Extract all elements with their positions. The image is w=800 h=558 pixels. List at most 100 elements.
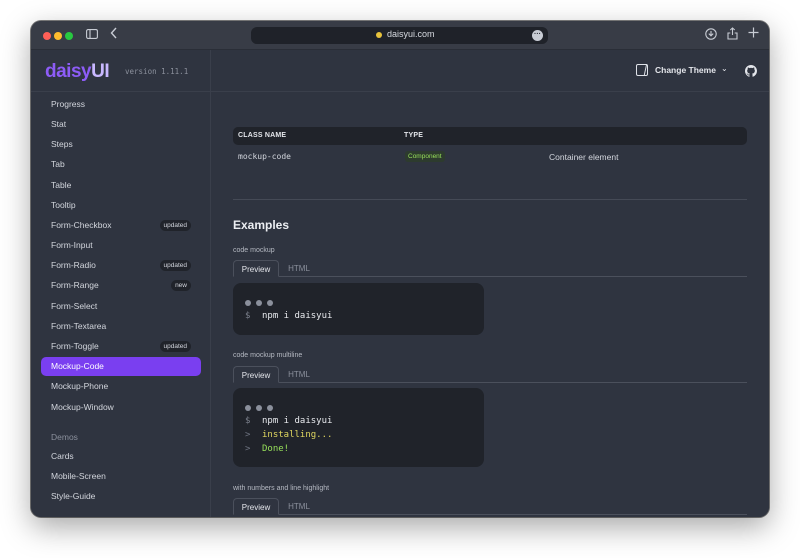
minimize-window-button[interactable] bbox=[54, 32, 62, 40]
sidebar-item-tooltip[interactable]: Tooltip bbox=[41, 196, 201, 215]
version-label: version 1.11.1 bbox=[125, 67, 189, 76]
example-tabs: Preview HTML bbox=[233, 498, 747, 515]
sidebar: daisyUI version 1.11.1 Progress Stat Ste… bbox=[31, 50, 211, 517]
top-navbar: Change Theme ⌄ bbox=[211, 50, 769, 92]
sidebar-item-label: Form-Textarea bbox=[51, 321, 107, 331]
code-prefix: > bbox=[245, 444, 251, 454]
example-tabs: Preview HTML bbox=[233, 366, 747, 383]
browser-window: daisyui.com ··· daisyUI version 1.11.1 P… bbox=[31, 21, 769, 517]
brand-logo[interactable]: daisyUI bbox=[45, 61, 110, 83]
code-line-success: > Done! bbox=[245, 444, 289, 454]
updated-badge: updated bbox=[159, 220, 191, 231]
sidebar-item-form-input[interactable]: Form-Input bbox=[41, 236, 201, 255]
tab-preview[interactable]: Preview bbox=[233, 498, 279, 515]
sidebar-item-label: Table bbox=[51, 180, 72, 190]
window-dots bbox=[245, 398, 278, 416]
sidebar-item-style-guide[interactable]: Style-Guide bbox=[41, 487, 201, 506]
sidebar-item-label: Steps bbox=[51, 139, 73, 149]
window-dots bbox=[245, 293, 278, 311]
chevron-down-icon: ⌄ bbox=[721, 64, 728, 73]
tab-html[interactable]: HTML bbox=[279, 366, 319, 383]
close-window-button[interactable] bbox=[43, 32, 51, 40]
sidebar-item-mockup-window[interactable]: Mockup-Window bbox=[41, 398, 201, 417]
sidebar-item-label: Tab bbox=[51, 159, 65, 169]
sidebar-item-table[interactable]: Table bbox=[41, 176, 201, 195]
sidebar-item-label: Form-Toggle bbox=[51, 341, 99, 351]
brand-logo-part1: daisy bbox=[45, 61, 92, 82]
demos-heading: Demos bbox=[51, 432, 78, 442]
tab-html[interactable]: HTML bbox=[279, 498, 319, 515]
examples-heading: Examples bbox=[233, 218, 290, 232]
example-label: with numbers and line highlight bbox=[233, 485, 330, 492]
code-prefix: $ bbox=[245, 416, 251, 426]
table-cell-class-name: mockup-code bbox=[238, 152, 291, 161]
sidebar-item-form-checkbox[interactable]: Form-Checkbox updated bbox=[41, 216, 201, 235]
site-icon bbox=[376, 32, 382, 38]
sidebar-item-label: Form-Radio bbox=[51, 260, 96, 270]
example-label: code mockup bbox=[233, 247, 275, 254]
column-header-type: TYPE bbox=[404, 132, 424, 139]
sidebar-item-form-select[interactable]: Form-Select bbox=[41, 297, 201, 316]
code-text: Done! bbox=[262, 444, 290, 454]
sidebar-item-form-radio[interactable]: Form-Radio updated bbox=[41, 256, 201, 275]
sidebar-item-label: Style-Guide bbox=[51, 491, 96, 501]
code-text: installing... bbox=[262, 430, 333, 440]
maximize-window-button[interactable] bbox=[65, 32, 73, 40]
sidebar-item-stat[interactable]: Stat bbox=[41, 115, 201, 134]
updated-badge: updated bbox=[159, 341, 191, 352]
tab-preview[interactable]: Preview bbox=[233, 260, 279, 277]
code-text: npm i daisyui bbox=[262, 416, 333, 426]
sidebar-item-tab[interactable]: Tab bbox=[41, 155, 201, 174]
sidebar-item-label: Cards bbox=[51, 451, 74, 461]
code-mockup: $ npm i daisyui bbox=[233, 283, 484, 335]
change-theme-label: Change Theme bbox=[655, 65, 716, 75]
more-options-icon[interactable]: ··· bbox=[532, 30, 543, 41]
sidebar-item-label: Stat bbox=[51, 119, 67, 129]
sidebar-item-mobile-screen[interactable]: Mobile-Screen bbox=[41, 467, 201, 486]
code-prefix: > bbox=[245, 430, 251, 440]
address-bar[interactable]: daisyui.com ··· bbox=[251, 27, 548, 44]
brand-logo-part2: UI bbox=[91, 61, 110, 82]
back-icon[interactable] bbox=[110, 27, 118, 42]
sidebar-toggle-icon[interactable] bbox=[86, 28, 98, 42]
sidebar-item-form-textarea[interactable]: Form-Textarea bbox=[41, 317, 201, 336]
sidebar-item-mockup-phone[interactable]: Mockup-Phone bbox=[41, 377, 201, 396]
code-line-warning: > installing... bbox=[245, 430, 332, 440]
sidebar-item-label: Form-Range bbox=[51, 280, 99, 290]
swatch-icon bbox=[636, 64, 648, 76]
sidebar-item-label: Form-Input bbox=[51, 240, 93, 250]
sidebar-item-steps[interactable]: Steps bbox=[41, 135, 201, 154]
sidebar-item-mockup-code[interactable]: Mockup-Code bbox=[41, 357, 201, 376]
new-tab-icon[interactable] bbox=[748, 27, 759, 41]
tab-html[interactable]: HTML bbox=[279, 260, 319, 277]
sidebar-item-form-range[interactable]: Form-Range new bbox=[41, 276, 201, 295]
column-header-class-name: CLASS NAME bbox=[238, 132, 287, 139]
sidebar-item-label: Progress bbox=[51, 99, 86, 109]
main-content: Change Theme ⌄ CLASS NAME TYPE mockup-co… bbox=[211, 50, 769, 517]
example-label: code mockup multiline bbox=[233, 352, 303, 359]
sidebar-item-label: Mockup-Window bbox=[51, 402, 114, 412]
sidebar-item-label: Tooltip bbox=[51, 200, 76, 210]
example-tabs: Preview HTML bbox=[233, 260, 747, 277]
code-mockup-multiline: $ npm i daisyui > installing... > Done! bbox=[233, 388, 484, 467]
sidebar-item-label: Mockup-Phone bbox=[51, 381, 109, 391]
share-icon[interactable] bbox=[727, 27, 738, 43]
download-icon[interactable] bbox=[705, 28, 717, 43]
sidebar-item-cards[interactable]: Cards bbox=[41, 447, 201, 466]
sidebar-item-label: Mobile-Screen bbox=[51, 471, 106, 481]
tab-preview[interactable]: Preview bbox=[233, 366, 279, 383]
sidebar-item-form-toggle[interactable]: Form-Toggle updated bbox=[41, 337, 201, 356]
code-line: $ npm i daisyui bbox=[245, 311, 332, 321]
updated-badge: updated bbox=[159, 260, 191, 271]
browser-titlebar: daisyui.com ··· bbox=[31, 21, 769, 50]
new-badge: new bbox=[171, 280, 191, 291]
github-icon[interactable] bbox=[745, 64, 757, 77]
table-cell-description: Container element bbox=[549, 152, 619, 162]
sidebar-item-progress[interactable]: Progress bbox=[41, 95, 201, 114]
code-prefix: $ bbox=[245, 311, 251, 321]
section-divider bbox=[233, 199, 747, 200]
sidebar-divider bbox=[31, 91, 211, 92]
sidebar-item-label: Mockup-Code bbox=[51, 361, 104, 371]
code-text: npm i daisyui bbox=[262, 311, 333, 321]
component-badge: Component bbox=[405, 151, 445, 162]
